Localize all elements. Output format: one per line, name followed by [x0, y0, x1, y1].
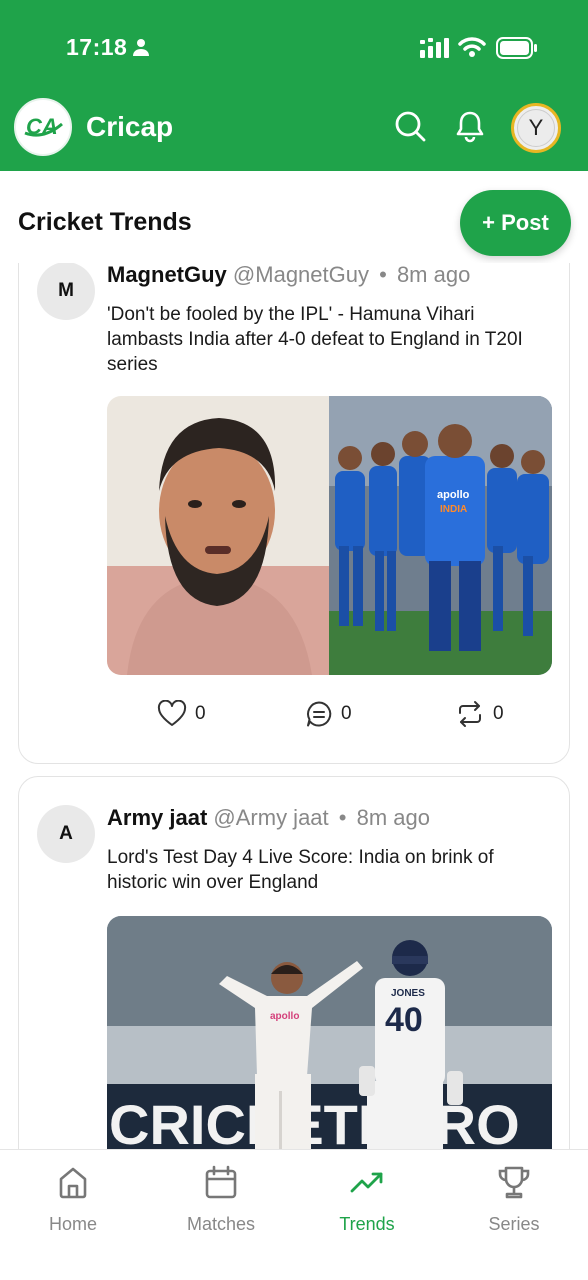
- tab-label: Home: [48, 1214, 97, 1234]
- author-handle[interactable]: @Army jaat: [213, 805, 328, 830]
- tab-matches[interactable]: Matches: [166, 1164, 276, 1238]
- tab-label: Trends: [339, 1214, 395, 1234]
- batter-number: 40: [385, 1001, 423, 1039]
- repost-icon: [459, 701, 481, 727]
- repost-button[interactable]: 0: [455, 699, 504, 729]
- profile-avatar-initial: Y: [517, 109, 555, 147]
- app-bar: CA Cricap Y: [0, 96, 588, 171]
- search-button[interactable]: [392, 108, 428, 144]
- trending-up-icon: [350, 1172, 383, 1193]
- notifications-button[interactable]: [452, 108, 488, 144]
- batter-name: JONES: [391, 988, 425, 999]
- bell-icon: [456, 111, 484, 143]
- trends-feed[interactable]: M MagnetGuy @MagnetGuy • 8m ago 'Don't b…: [0, 263, 588, 1149]
- post-time: 8m ago: [396, 263, 471, 287]
- post-text: 'Don't be fooled by the IPL' - Hamuna Vi…: [107, 304, 523, 375]
- author-avatar[interactable]: A: [37, 805, 95, 863]
- post-text: Lord's Test Day 4 Live Score: India on b…: [107, 847, 494, 893]
- jersey-team: INDIA: [440, 504, 467, 515]
- author-handle[interactable]: @MagnetGuy: [233, 263, 369, 287]
- tab-series[interactable]: Series: [459, 1164, 569, 1238]
- tab-label: Matches: [186, 1214, 256, 1234]
- profile-avatar-button[interactable]: Y: [511, 103, 561, 153]
- comment-button[interactable]: 0: [305, 699, 352, 729]
- post-actions: 0 0 0: [107, 699, 552, 729]
- post-time: 8m ago: [356, 805, 430, 830]
- author-avatar[interactable]: M: [37, 263, 95, 320]
- tab-home[interactable]: Home: [18, 1164, 128, 1238]
- comment-icon: [307, 701, 332, 727]
- home-icon: [59, 1167, 87, 1199]
- person-icon: [133, 39, 149, 56]
- post-image[interactable]: CRICKETHERO apollo JONES 40: [107, 916, 552, 1149]
- app-header: 17:18 CA Cricap Y: [0, 0, 588, 171]
- bottom-tab-bar: Home Matches Trends Series: [0, 1149, 588, 1280]
- page-title: Cricket Trends: [18, 208, 192, 236]
- trophy-icon: [498, 1166, 530, 1199]
- svg-text:CA: CA: [26, 114, 58, 139]
- status-time: 17:18: [66, 34, 128, 60]
- like-button[interactable]: 0: [157, 699, 206, 729]
- calendar-icon: [205, 1165, 237, 1199]
- post-card[interactable]: A Army jaat @Army jaat • 8m ago Lord's T…: [18, 776, 570, 1149]
- post-meta: MagnetGuy @MagnetGuy • 8m ago: [107, 263, 470, 288]
- post-image-graphic: CRICKETHERO apollo JONES 40: [107, 916, 552, 1149]
- repost-count: 0: [493, 703, 504, 724]
- cricap-logo: CA: [14, 98, 72, 156]
- jersey-sponsor: apollo: [437, 489, 470, 501]
- status-bar: 17:18: [0, 0, 588, 96]
- post-meta: Army jaat @Army jaat • 8m ago: [107, 805, 430, 831]
- new-post-button[interactable]: + Post: [460, 190, 571, 256]
- app-title: Cricap: [86, 111, 174, 142]
- meta-separator: •: [379, 263, 387, 287]
- wifi-icon: [458, 37, 486, 57]
- battery-icon: [496, 37, 537, 59]
- post-image[interactable]: apollo INDIA: [107, 396, 552, 675]
- like-count: 0: [195, 703, 206, 724]
- comment-count: 0: [341, 703, 352, 724]
- heart-icon: [157, 700, 187, 726]
- post-card[interactable]: M MagnetGuy @MagnetGuy • 8m ago 'Don't b…: [18, 263, 570, 764]
- post-image-graphic: apollo INDIA: [107, 396, 552, 675]
- author-name[interactable]: MagnetGuy: [107, 263, 227, 287]
- author-name[interactable]: Army jaat: [107, 805, 207, 830]
- tab-trends[interactable]: Trends: [312, 1164, 422, 1238]
- signal-icon: [420, 38, 449, 58]
- tab-label: Series: [488, 1214, 540, 1234]
- meta-separator: •: [338, 805, 347, 830]
- shirt-sponsor: apollo: [270, 1011, 299, 1022]
- section-header: Cricket Trends + Post: [0, 171, 588, 263]
- search-icon: [395, 111, 426, 142]
